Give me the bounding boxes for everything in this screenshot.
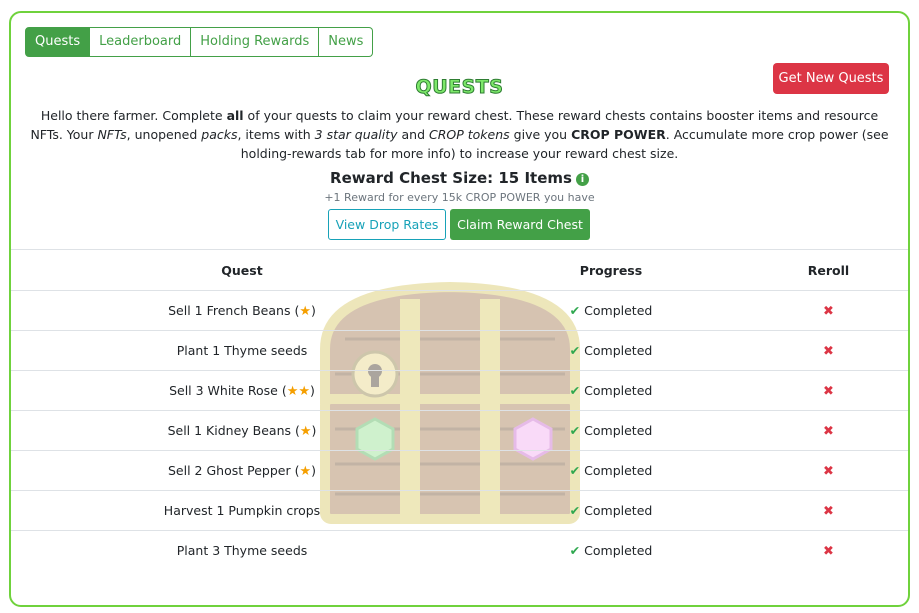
- reroll-cell: ✖: [749, 330, 908, 371]
- progress-cell: ✔ Completed: [473, 490, 749, 531]
- quest-name: Sell 1 Kidney Beans (: [167, 422, 300, 438]
- progress-cell: ✔ Completed: [473, 410, 749, 451]
- reroll-column-header: Reroll: [749, 249, 908, 291]
- quest-name-close: ): [310, 302, 316, 318]
- page-title: QUESTS: [415, 76, 504, 99]
- reroll-cell: ✖: [749, 450, 908, 491]
- tab-bar: Quests Leaderboard Holding Rewards News: [25, 27, 374, 57]
- quest-cell: Plant 1 Thyme seeds: [11, 330, 473, 371]
- quest-cell: Harvest 1 Pumpkin crops: [11, 490, 473, 531]
- progress-cell: ✔ Completed: [473, 450, 749, 491]
- star-icon: ★★: [286, 383, 311, 399]
- quest-cell: Plant 3 Thyme seeds: [11, 530, 473, 570]
- intro-italic-nfts: NFTs: [97, 127, 127, 142]
- intro-part: Hello there farmer. Complete: [40, 108, 227, 123]
- intro-bold-all: all: [226, 108, 244, 123]
- info-icon[interactable]: i: [575, 173, 589, 186]
- reward-chest-size-label: Reward Chest Size: 15 Items: [330, 169, 572, 187]
- reroll-cell: ✖: [749, 370, 908, 411]
- view-drop-rates-button[interactable]: View Drop Rates: [328, 209, 446, 240]
- check-icon: ✔: [569, 383, 581, 398]
- progress-status: Completed: [584, 463, 653, 478]
- progress-cell: ✔ Completed: [473, 330, 749, 371]
- check-icon: ✔: [569, 543, 581, 558]
- quest-table: Quest Progress Reroll Sell 1 French Bean…: [11, 249, 908, 570]
- check-icon: ✔: [569, 303, 581, 318]
- intro-italic-packs: packs: [201, 127, 238, 142]
- claim-reward-chest-button[interactable]: Claim Reward Chest: [450, 209, 590, 240]
- check-icon: ✔: [569, 343, 581, 358]
- close-icon[interactable]: ✖: [823, 504, 834, 519]
- tab-quests[interactable]: Quests: [25, 27, 91, 57]
- table-row: Sell 3 White Rose (★★) ✔ Completed ✖: [11, 370, 908, 411]
- reroll-cell: ✖: [749, 290, 908, 331]
- star-icon: ★: [299, 423, 312, 439]
- table-header-row: Quest Progress Reroll: [11, 249, 908, 291]
- check-icon: ✔: [569, 423, 581, 438]
- table-row: Sell 1 Kidney Beans (★) ✔ Completed ✖: [11, 410, 908, 451]
- intro-part: , items with: [237, 127, 315, 142]
- reroll-cell: ✖: [749, 410, 908, 451]
- quest-name: Plant 1 Thyme seeds: [176, 342, 308, 358]
- quest-column-header: Quest: [11, 249, 473, 291]
- close-icon[interactable]: ✖: [823, 344, 834, 359]
- progress-cell: ✔ Completed: [473, 530, 749, 570]
- tab-leaderboard[interactable]: Leaderboard: [90, 27, 192, 57]
- intro-bold-crop-power: CROP POWER: [571, 127, 666, 142]
- table-row: Harvest 1 Pumpkin crops ✔ Completed ✖: [11, 490, 908, 531]
- intro-italic-crop: CROP tokens: [429, 127, 510, 142]
- reward-chest-size: Reward Chest Size: 15 Items i: [11, 169, 908, 187]
- close-icon[interactable]: ✖: [823, 464, 834, 479]
- quests-panel: Quests Leaderboard Holding Rewards News …: [9, 11, 910, 607]
- star-icon: ★: [299, 463, 312, 479]
- reward-note: +1 Reward for every 15k CROP POWER you h…: [324, 191, 595, 204]
- progress-status: Completed: [584, 303, 653, 318]
- quest-name: Plant 3 Thyme seeds: [176, 542, 308, 558]
- progress-cell: ✔ Completed: [473, 290, 749, 331]
- table-row: Sell 1 French Beans (★) ✔ Completed ✖: [11, 290, 908, 331]
- quest-name: Harvest 1 Pumpkin crops: [163, 502, 321, 518]
- tab-holding-rewards[interactable]: Holding Rewards: [191, 27, 320, 57]
- star-icon: ★: [299, 303, 311, 319]
- table-row: Plant 3 Thyme seeds ✔ Completed ✖: [11, 530, 908, 570]
- progress-status: Completed: [584, 503, 653, 518]
- intro-part: and: [397, 127, 429, 142]
- quest-name: Sell 3 White Rose (: [169, 382, 287, 398]
- intro-text: Hello there farmer. Complete all of your…: [25, 106, 894, 163]
- table-row: Plant 1 Thyme seeds ✔ Completed ✖: [11, 330, 908, 371]
- tab-news[interactable]: News: [319, 27, 374, 57]
- intro-part: give you: [509, 127, 572, 142]
- close-icon[interactable]: ✖: [823, 424, 834, 439]
- quest-name-close: ): [311, 422, 317, 438]
- quest-cell: Sell 1 French Beans (★): [11, 290, 473, 331]
- quest-name: Sell 1 French Beans (: [168, 302, 300, 318]
- close-icon[interactable]: ✖: [823, 304, 834, 319]
- quest-name-close: ): [311, 462, 316, 478]
- check-icon: ✔: [569, 463, 581, 478]
- table-row: Sell 2 Ghost Pepper (★) ✔ Completed ✖: [11, 450, 908, 491]
- reroll-cell: ✖: [749, 490, 908, 531]
- progress-status: Completed: [584, 343, 653, 358]
- close-icon[interactable]: ✖: [823, 544, 834, 559]
- check-icon: ✔: [569, 503, 581, 518]
- close-icon[interactable]: ✖: [823, 384, 834, 399]
- progress-status: Completed: [584, 423, 653, 438]
- quest-cell: Sell 2 Ghost Pepper (★): [11, 450, 473, 491]
- quest-name-close: ): [310, 382, 315, 398]
- intro-italic-quality: 3 star quality: [314, 127, 398, 142]
- quest-cell: Sell 3 White Rose (★★): [11, 370, 473, 411]
- intro-part: , unopened: [126, 127, 202, 142]
- reroll-cell: ✖: [749, 530, 908, 570]
- progress-status: Completed: [584, 543, 653, 558]
- quest-cell: Sell 1 Kidney Beans (★): [11, 410, 473, 451]
- progress-cell: ✔ Completed: [473, 370, 749, 411]
- progress-status: Completed: [584, 383, 653, 398]
- quest-name: Sell 2 Ghost Pepper (: [168, 462, 300, 478]
- progress-column-header: Progress: [473, 249, 749, 291]
